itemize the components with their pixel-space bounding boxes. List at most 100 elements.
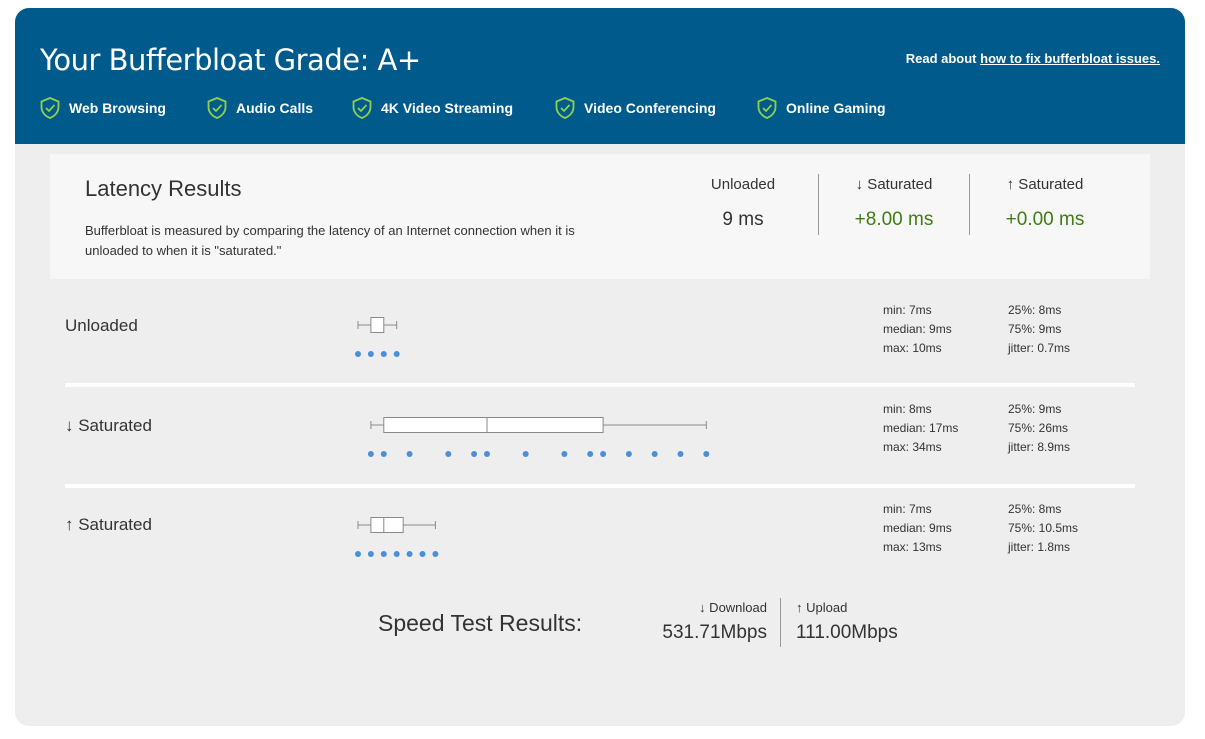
latency-point	[406, 551, 413, 557]
latency-point	[367, 351, 374, 357]
latency-point	[380, 451, 387, 457]
row-separator	[65, 383, 1135, 387]
row-stats-left: min: 7ms median: 9ms max: 10ms	[883, 301, 952, 358]
latency-point	[587, 451, 594, 457]
check-online-gaming: Online Gaming	[757, 96, 886, 120]
shield-check-icon	[757, 97, 777, 119]
check-video-conferencing: Video Conferencing	[555, 96, 716, 120]
latency-point	[419, 551, 426, 557]
latency-point	[355, 551, 361, 557]
stat-max: max: 10ms	[883, 341, 942, 355]
row-stats-left: min: 7ms median: 9ms max: 13ms	[883, 500, 952, 557]
read-about-prefix: Read about	[905, 51, 977, 66]
stat-jitter: jitter: 8.9ms	[1008, 440, 1071, 454]
iqr-box	[383, 417, 604, 433]
speed-divider	[780, 598, 781, 647]
latency-point	[432, 551, 439, 557]
latency-boxplot	[355, 517, 439, 557]
latency-point	[471, 451, 478, 457]
grade-header: Your Bufferbloat Grade: A+ Read about ho…	[15, 8, 1185, 144]
bufferbloat-results-card: Your Bufferbloat Grade: A+ Read about ho…	[15, 8, 1185, 726]
stat-25: 25%: 9ms	[1008, 402, 1062, 416]
check-label: Audio Calls	[236, 100, 314, 116]
row-stats-right: 25%: 8ms 75%: 9ms jitter: 0.7ms	[1008, 301, 1070, 358]
latency-row-unloaded: Unloaded min: 7ms median: 9ms max: 10ms …	[65, 288, 1135, 383]
latency-title: Latency Results	[85, 176, 242, 201]
stat-25: 25%: 8ms	[1008, 303, 1062, 317]
download-value: 531.71Mbps	[662, 622, 767, 643]
latency-point	[677, 451, 684, 457]
row-stats-left: min: 8ms median: 17ms max: 34ms	[883, 400, 958, 457]
latency-boxplot	[367, 417, 710, 457]
download-speed: ↓ Download 531.71Mbps	[655, 600, 767, 644]
stat-upload-saturated: ↑ Saturated +0.00 ms	[970, 176, 1120, 231]
stat-value: +0.00 ms	[1005, 209, 1085, 230]
latency-point	[522, 451, 529, 457]
latency-point	[651, 451, 658, 457]
speed-test-title: Speed Test Results:	[378, 610, 583, 636]
upload-speed: ↑ Upload 111.00Mbps	[796, 600, 898, 644]
stat-value: 9 ms	[722, 209, 764, 230]
stat-75: 75%: 9ms	[1008, 322, 1062, 336]
row-stats-right: 25%: 8ms 75%: 10.5ms jitter: 1.8ms	[1008, 500, 1078, 557]
stat-label: ↓ Saturated	[855, 176, 933, 193]
iqr-box	[370, 317, 385, 333]
stat-min: min: 8ms	[883, 402, 932, 416]
read-about: Read about how to fix bufferbloat issues…	[906, 51, 1160, 66]
upload-label: ↑ Upload	[796, 600, 848, 615]
latency-description: Bufferbloat is measured by comparing the…	[85, 223, 575, 258]
stat-max: max: 13ms	[883, 540, 942, 554]
latency-point	[393, 551, 400, 557]
shield-check-icon	[352, 97, 372, 119]
upload-value: 111.00Mbps	[796, 622, 898, 643]
stat-label: Unloaded	[710, 176, 776, 193]
stat-value: +8.00 ms	[854, 209, 934, 230]
latency-point	[484, 451, 490, 457]
shield-check-icon	[207, 97, 227, 119]
latency-point	[393, 351, 400, 357]
check-label: Video Conferencing	[584, 100, 716, 116]
latency-point	[561, 451, 568, 457]
stat-max: max: 34ms	[883, 440, 942, 454]
stat-median: median: 17ms	[883, 421, 959, 435]
latency-boxplot	[355, 317, 400, 357]
check-web-browsing: Web Browsing	[40, 96, 166, 120]
stat-download-saturated: ↓ Saturated +8.00 ms	[819, 176, 969, 231]
grade-title: Your Bufferbloat Grade: A+	[40, 43, 421, 77]
latency-point	[380, 551, 387, 557]
stat-median: median: 9ms	[883, 521, 952, 535]
latency-point	[355, 351, 361, 357]
latency-point	[406, 451, 413, 457]
check-label: 4K Video Streaming	[381, 100, 514, 116]
stat-label: ↑ Saturated	[1006, 176, 1084, 193]
latency-point	[380, 351, 387, 357]
check-audio-calls: Audio Calls	[207, 96, 313, 120]
latency-point	[703, 451, 710, 457]
latency-point	[600, 451, 607, 457]
stat-75: 75%: 10.5ms	[1008, 521, 1079, 535]
stat-75: 75%: 26ms	[1008, 421, 1069, 435]
stat-median: median: 9ms	[883, 322, 952, 336]
stat-jitter: jitter: 0.7ms	[1008, 341, 1071, 355]
latency-row-download-saturated: ↓ Saturated min: 8ms median: 17ms max: 3…	[65, 388, 1135, 483]
check-4k-video-streaming: 4K Video Streaming	[352, 96, 513, 120]
latency-point	[367, 551, 374, 557]
latency-row-upload-saturated: ↑ Saturated min: 7ms median: 9ms max: 13…	[65, 488, 1135, 583]
shield-check-icon	[40, 97, 60, 119]
fix-bufferbloat-link[interactable]: how to fix bufferbloat issues.	[980, 51, 1160, 66]
latency-point	[367, 451, 374, 457]
row-stats-right: 25%: 9ms 75%: 26ms jitter: 8.9ms	[1008, 400, 1070, 457]
download-label: ↓ Download	[699, 600, 767, 615]
stat-min: min: 7ms	[883, 502, 932, 516]
iqr-box	[370, 517, 404, 533]
check-label: Web Browsing	[69, 100, 166, 116]
shield-check-icon	[555, 97, 575, 119]
latency-results-panel: Latency Results Bufferbloat is measured …	[50, 154, 1150, 279]
stat-25: 25%: 8ms	[1008, 502, 1062, 516]
stat-unloaded: Unloaded 9 ms	[668, 176, 818, 231]
latency-point	[625, 451, 632, 457]
latency-point	[445, 451, 452, 457]
check-label: Online Gaming	[786, 100, 886, 116]
stat-jitter: jitter: 1.8ms	[1008, 540, 1071, 554]
stat-min: min: 7ms	[883, 303, 932, 317]
